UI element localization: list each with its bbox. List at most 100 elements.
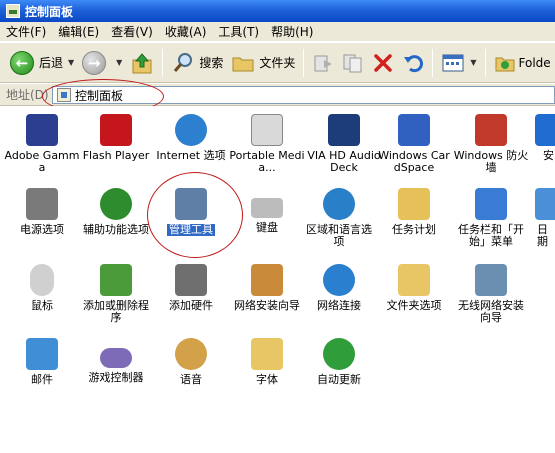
item-label: 添加或删除程序 bbox=[83, 299, 149, 324]
title-bar: 控制面板 bbox=[0, 0, 555, 22]
folders-button[interactable]: 文件夹 bbox=[227, 47, 299, 79]
folder-sync-label: Folde bbox=[518, 55, 551, 70]
item-fonts[interactable]: 字体 bbox=[229, 338, 305, 386]
views-icon bbox=[442, 54, 464, 71]
item-label: 添加硬件 bbox=[169, 299, 213, 312]
item-wireless-wizard[interactable]: 无线网络安装向导 bbox=[453, 264, 529, 324]
move-to-icon bbox=[314, 55, 333, 71]
accessibility-icon bbox=[100, 188, 132, 220]
delete-x-icon bbox=[374, 53, 393, 72]
fonts-icon bbox=[251, 338, 283, 370]
item-mouse[interactable]: 鼠标 bbox=[4, 264, 80, 312]
item-mail[interactable]: 邮件 bbox=[4, 338, 80, 386]
item-game-controllers[interactable]: 游戏控制器 bbox=[78, 338, 154, 384]
back-dropdown-icon[interactable]: ▼ bbox=[68, 58, 74, 67]
item-scheduled-tasks[interactable]: 任务计划 bbox=[376, 188, 452, 236]
windows-update-icon bbox=[323, 338, 355, 370]
date-icon bbox=[535, 188, 555, 220]
item-flash-player[interactable]: Flash Player bbox=[78, 114, 154, 162]
toolbar-separator bbox=[432, 48, 434, 77]
network-connections-icon bbox=[323, 264, 355, 296]
item-keyboard[interactable]: 键盘 bbox=[229, 188, 305, 234]
forward-arrow-icon: → bbox=[82, 50, 107, 75]
undo-button[interactable] bbox=[398, 47, 428, 79]
item-label: 辅助功能选项 bbox=[83, 223, 149, 236]
item-label: 日期 bbox=[537, 223, 548, 248]
firewall-icon bbox=[475, 114, 507, 146]
item-label: Flash Player bbox=[82, 149, 150, 162]
media-player-icon bbox=[251, 114, 283, 146]
menu-favorites[interactable]: 收藏(A) bbox=[159, 23, 213, 40]
item-add-remove-programs[interactable]: 添加或删除程序 bbox=[78, 264, 154, 324]
forward-button[interactable]: → ▼ bbox=[78, 47, 126, 79]
search-label: 搜索 bbox=[199, 56, 224, 70]
item-add-hardware[interactable]: 添加硬件 bbox=[153, 264, 229, 312]
item-label: 键盘 bbox=[256, 221, 278, 234]
item-label: 管理工具 bbox=[167, 223, 215, 236]
item-label: Portable Media... bbox=[229, 149, 305, 174]
taskbar-icon bbox=[475, 188, 507, 220]
item-accessibility[interactable]: 辅助功能选项 bbox=[78, 188, 154, 236]
item-label: 网络连接 bbox=[317, 299, 361, 312]
item-network-setup-wizard[interactable]: 网络安装向导 bbox=[229, 264, 305, 312]
move-to-button[interactable] bbox=[308, 47, 338, 79]
item-region-language[interactable]: 区域和语言选项 bbox=[301, 188, 377, 248]
menu-tools[interactable]: 工具(T) bbox=[212, 23, 265, 40]
scheduled-tasks-icon bbox=[398, 188, 430, 220]
item-label: 游戏控制器 bbox=[88, 371, 144, 384]
toolbar-separator bbox=[303, 48, 305, 77]
address-bar: 地址(D) 控制面板 bbox=[0, 84, 555, 106]
add-hardware-icon bbox=[175, 264, 207, 296]
item-security-center[interactable]: 安 bbox=[515, 114, 555, 162]
folder-sync-button[interactable]: Folde bbox=[490, 47, 555, 79]
cardspace-icon bbox=[398, 114, 430, 146]
menu-edit[interactable]: 编辑(E) bbox=[52, 23, 105, 40]
search-icon bbox=[174, 52, 193, 72]
item-label: 字体 bbox=[256, 373, 278, 386]
up-folder-icon bbox=[132, 52, 152, 73]
game-controller-icon bbox=[100, 348, 132, 368]
item-date-time[interactable]: 日期 bbox=[515, 188, 555, 248]
control-panel-items: Adobe Gamma Flash Player Internet 选项 Por… bbox=[0, 106, 555, 453]
menu-file[interactable]: 文件(F) bbox=[0, 23, 52, 40]
item-label: 无线网络安装向导 bbox=[458, 299, 524, 324]
forward-dropdown-icon[interactable]: ▼ bbox=[116, 58, 122, 67]
toolbar-separator bbox=[484, 48, 486, 77]
item-label: 任务计划 bbox=[392, 223, 436, 236]
item-internet-options[interactable]: Internet 选项 bbox=[153, 114, 229, 162]
menu-help[interactable]: 帮助(H) bbox=[265, 23, 319, 40]
item-adobe-gamma[interactable]: Adobe Gamma bbox=[4, 114, 80, 174]
item-admin-tools[interactable]: 管理工具 bbox=[153, 188, 229, 236]
item-label: VIA HD Audio Deck bbox=[307, 149, 381, 174]
item-via-audio-deck[interactable]: VIA HD Audio Deck bbox=[306, 114, 382, 174]
views-dropdown-icon[interactable]: ▼ bbox=[470, 58, 476, 67]
admin-tools-icon bbox=[175, 188, 207, 220]
item-automatic-updates[interactable]: 自动更新 bbox=[301, 338, 377, 386]
search-button[interactable]: 搜索 bbox=[167, 47, 227, 79]
control-panel-icon bbox=[57, 88, 71, 102]
item-network-connections[interactable]: 网络连接 bbox=[301, 264, 377, 312]
add-remove-icon bbox=[100, 264, 132, 296]
item-label: 邮件 bbox=[31, 373, 53, 386]
delete-button[interactable] bbox=[368, 47, 398, 79]
folder-sync-icon bbox=[495, 57, 515, 71]
item-speech[interactable]: 语音 bbox=[153, 338, 229, 386]
item-folder-options[interactable]: 文件夹选项 bbox=[376, 264, 452, 312]
item-portable-media[interactable]: Portable Media... bbox=[229, 114, 305, 174]
keyboard-icon bbox=[251, 198, 283, 218]
internet-globe-icon bbox=[175, 114, 207, 146]
item-windows-cardspace[interactable]: Windows CardSpace bbox=[376, 114, 452, 174]
window-title: 控制面板 bbox=[25, 4, 74, 19]
mail-icon bbox=[26, 338, 58, 370]
address-field[interactable]: 控制面板 bbox=[52, 86, 555, 104]
menu-view[interactable]: 查看(V) bbox=[105, 23, 159, 40]
copy-to-button[interactable] bbox=[338, 47, 368, 79]
copy-to-icon bbox=[343, 54, 362, 72]
up-button[interactable] bbox=[126, 47, 158, 79]
region-globe-icon bbox=[323, 188, 355, 220]
item-label: Windows CardSpace bbox=[378, 149, 450, 174]
views-button[interactable]: ▼ bbox=[437, 47, 480, 79]
address-value: 控制面板 bbox=[75, 88, 124, 103]
item-power-options[interactable]: 电源选项 bbox=[4, 188, 80, 236]
back-button[interactable]: ← 后退 ▼ bbox=[6, 47, 78, 79]
